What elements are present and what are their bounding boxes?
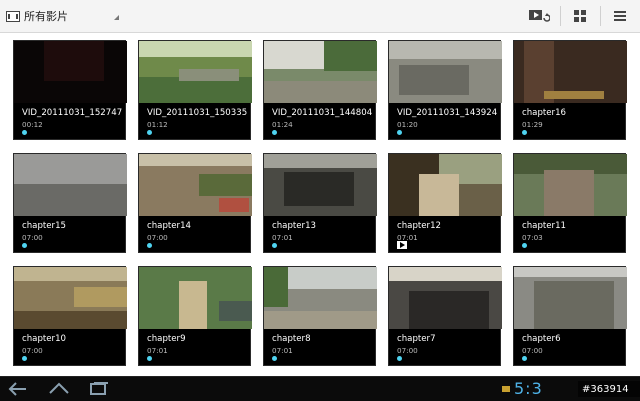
unwatched-dot-icon [522, 356, 527, 361]
video-duration: 07:00 [22, 233, 43, 242]
video-duration: 01:29 [522, 120, 543, 129]
video-tile[interactable]: chapter8 07:01 [263, 266, 377, 366]
video-duration: 07:03 [522, 233, 543, 242]
video-title: VID_20111031_144804 [272, 108, 373, 118]
unwatched-dot-icon [22, 130, 27, 135]
toolbar-divider [560, 6, 561, 26]
video-duration: 07:01 [147, 346, 168, 355]
video-tile[interactable]: VID_20111031_143924 01:20 [388, 40, 502, 140]
video-duration: 01:20 [397, 120, 418, 129]
video-thumbnail [14, 154, 127, 216]
video-title: VID_20111031_150335 [147, 108, 248, 118]
video-tile[interactable]: chapter14 07:00 [138, 153, 252, 253]
play-icon [397, 241, 407, 249]
video-thumbnail [389, 154, 502, 216]
video-title: chapter11 [522, 221, 567, 231]
video-title: VID_20111031_152747 [22, 108, 123, 118]
video-tile[interactable]: chapter6 07:00 [513, 266, 627, 366]
video-duration: 07:00 [22, 346, 43, 355]
unwatched-dot-icon [522, 130, 527, 135]
video-title: chapter15 [22, 221, 67, 231]
video-duration: 01:12 [147, 120, 168, 129]
unwatched-dot-icon [272, 130, 277, 135]
video-thumbnail [139, 267, 252, 329]
video-duration: 07:00 [147, 233, 168, 242]
video-duration: 07:01 [272, 233, 293, 242]
video-thumbnail [139, 154, 252, 216]
usb-icon [502, 386, 510, 392]
video-title: chapter10 [22, 334, 67, 344]
dropdown-arrow-icon [114, 15, 119, 20]
system-bar: 5:3 #363914 [0, 376, 640, 401]
video-tile[interactable]: VID_20111031_144804 01:24 [263, 40, 377, 140]
video-thumbnail [514, 154, 627, 216]
slideshow-icon [529, 10, 550, 22]
unwatched-dot-icon [147, 130, 152, 135]
menu-icon [614, 11, 626, 21]
grid-view-button[interactable] [569, 5, 591, 27]
video-duration: 01:24 [272, 120, 293, 129]
unwatched-dot-icon [147, 356, 152, 361]
video-title: chapter12 [397, 221, 442, 231]
video-thumbnail [14, 41, 127, 103]
video-tile[interactable]: chapter11 07:03 [513, 153, 627, 253]
video-tile[interactable]: chapter16 01:29 [513, 40, 627, 140]
video-title: chapter6 [522, 334, 561, 344]
video-tile[interactable]: chapter10 07:00 [13, 266, 127, 366]
video-thumbnail [389, 267, 502, 329]
watermark-text: #363914 [582, 384, 629, 395]
video-tile[interactable]: VID_20111031_150335 01:12 [138, 40, 252, 140]
video-title: chapter8 [272, 334, 311, 344]
filter-dropdown[interactable]: 所有影片 [6, 4, 68, 28]
video-title: chapter9 [147, 334, 186, 344]
film-icon [6, 10, 20, 22]
back-icon[interactable] [8, 381, 30, 397]
unwatched-dot-icon [147, 243, 152, 248]
video-tile[interactable]: VID_20111031_152747 00:12 [13, 40, 127, 140]
video-tile[interactable]: chapter12 07:01 [388, 153, 502, 253]
unwatched-dot-icon [272, 356, 277, 361]
video-duration: 00:12 [22, 120, 43, 129]
video-thumbnail [389, 41, 502, 103]
video-thumbnail [139, 41, 252, 103]
video-thumbnail [14, 267, 127, 329]
video-title: chapter14 [147, 221, 192, 231]
recent-apps-icon[interactable] [88, 381, 110, 397]
video-tile[interactable]: chapter13 07:01 [263, 153, 377, 253]
unwatched-dot-icon [522, 243, 527, 248]
video-title: chapter13 [272, 221, 317, 231]
video-tile[interactable]: chapter7 07:00 [388, 266, 502, 366]
slideshow-button[interactable] [528, 5, 550, 27]
video-thumbnail [264, 41, 377, 103]
video-duration: 07:01 [272, 346, 293, 355]
home-icon[interactable] [48, 381, 70, 397]
video-grid: VID_20111031_152747 00:12 VID_20111031_1… [13, 40, 628, 366]
filter-label: 所有影片 [24, 10, 68, 23]
grid-view-icon [574, 10, 586, 22]
menu-button[interactable] [609, 5, 631, 27]
video-title: chapter7 [397, 334, 436, 344]
video-duration: 07:00 [397, 346, 418, 355]
video-tile[interactable]: chapter9 07:01 [138, 266, 252, 366]
unwatched-dot-icon [397, 356, 402, 361]
video-thumbnail [514, 267, 627, 329]
unwatched-dot-icon [22, 356, 27, 361]
video-tile[interactable]: chapter15 07:00 [13, 153, 127, 253]
toolbar-divider [600, 6, 601, 26]
action-bar: 所有影片 [0, 0, 640, 33]
video-thumbnail [514, 41, 627, 103]
status-clock: 5:3 [514, 379, 543, 398]
video-thumbnail [264, 154, 377, 216]
unwatched-dot-icon [397, 130, 402, 135]
video-title: chapter16 [522, 108, 567, 118]
video-duration: 07:00 [522, 346, 543, 355]
unwatched-dot-icon [272, 243, 277, 248]
video-thumbnail [264, 267, 377, 329]
video-title: VID_20111031_143924 [397, 108, 498, 118]
unwatched-dot-icon [22, 243, 27, 248]
